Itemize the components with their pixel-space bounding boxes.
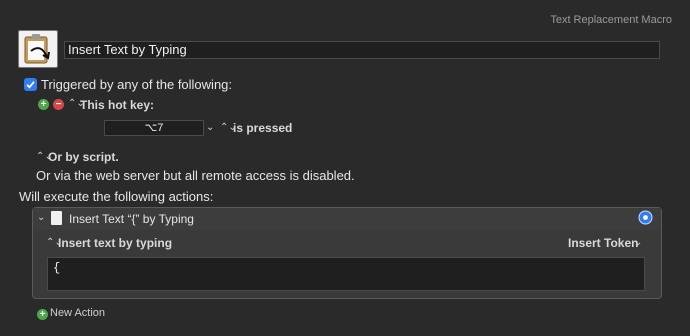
- insert-token-chevron-icon[interactable]: ⌄: [634, 237, 642, 248]
- insert-token-menu[interactable]: Insert Token: [568, 236, 638, 250]
- web-server-note: Or via the web server but all remote acc…: [36, 168, 355, 183]
- remove-trigger-icon[interactable]: −: [53, 99, 64, 110]
- or-by-script-select[interactable]: Or by script.: [48, 150, 119, 164]
- trigger-label: Triggered by any of the following:: [41, 77, 233, 92]
- checkmark-icon: [26, 81, 35, 89]
- macro-name-field[interactable]: Insert Text by Typing: [64, 41, 660, 59]
- clipboard-icon: [24, 34, 50, 64]
- trigger-checkbox[interactable]: [24, 78, 37, 91]
- document-icon: [51, 211, 62, 225]
- action-title: Insert Text “{” by Typing: [69, 212, 194, 226]
- collapse-chevron-icon[interactable]: ⌄: [37, 212, 45, 223]
- macro-icon[interactable]: [18, 30, 58, 68]
- actions-header: Will execute the following actions:: [19, 189, 214, 204]
- hotkey-field[interactable]: ⌥7: [104, 120, 204, 136]
- hotkey-dropdown-icon[interactable]: ⌄: [206, 122, 214, 133]
- is-pressed-select[interactable]: is pressed: [233, 121, 292, 135]
- gear-svg: [638, 210, 653, 225]
- hotkey-label: This hot key:: [80, 98, 155, 112]
- add-trigger-icon[interactable]: +: [38, 99, 49, 110]
- action-mode-select[interactable]: Insert text by typing: [58, 236, 172, 250]
- insert-text-area[interactable]: {: [47, 257, 645, 291]
- new-action-button[interactable]: New Action: [50, 307, 105, 319]
- gear-icon[interactable]: [638, 210, 653, 225]
- new-action-plus-icon[interactable]: +: [37, 309, 48, 320]
- macro-group-label: Text Replacement Macro: [550, 14, 672, 26]
